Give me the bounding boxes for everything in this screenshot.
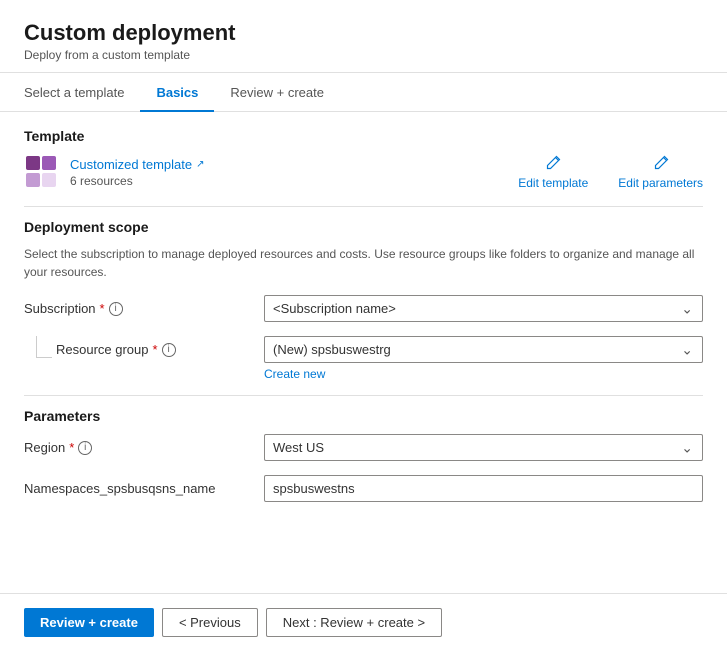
tab-review-create[interactable]: Review + create	[214, 73, 340, 112]
parameters-heading: Parameters	[24, 408, 703, 424]
divider-1	[24, 206, 703, 207]
region-label-text: Region	[24, 440, 65, 455]
resource-group-info-icon[interactable]: i	[162, 343, 176, 357]
subscription-select[interactable]: <Subscription name>	[264, 295, 703, 322]
subscription-control: <Subscription name>	[264, 295, 703, 322]
subscription-select-wrapper: <Subscription name>	[264, 295, 703, 322]
external-link-icon: ↗	[196, 159, 204, 170]
namespace-row: Namespaces_spsbusqsns_name	[24, 475, 703, 502]
region-info-icon[interactable]: i	[78, 441, 92, 455]
parameters-section: Parameters Region * i West US	[24, 408, 703, 502]
subscription-required: *	[100, 301, 105, 316]
divider-2	[24, 395, 703, 396]
region-select[interactable]: West US	[264, 434, 703, 461]
subscription-label-text: Subscription	[24, 301, 96, 316]
template-link[interactable]: Customized template ↗	[70, 157, 205, 172]
region-select-wrapper: West US	[264, 434, 703, 461]
template-actions: Edit template Edit parameters	[518, 154, 703, 190]
tab-select-template[interactable]: Select a template	[24, 73, 140, 112]
create-new-link[interactable]: Create new	[264, 367, 703, 381]
namespace-label: Namespaces_spsbusqsns_name	[24, 475, 264, 496]
indent-line	[36, 336, 52, 358]
page-header: Custom deployment Deploy from a custom t…	[0, 0, 727, 73]
edit-template-icon	[544, 154, 562, 172]
edit-template-button[interactable]: Edit template	[518, 154, 588, 190]
main-content: Template Customized template ↗ 6 resourc…	[0, 112, 727, 593]
region-control: West US	[264, 434, 703, 461]
subscription-info-icon[interactable]: i	[109, 302, 123, 316]
icon-sq1	[26, 156, 40, 170]
resource-group-select[interactable]: (New) spsbuswestrg	[264, 336, 703, 363]
scope-description: Select the subscription to manage deploy…	[24, 245, 703, 281]
tabs-bar: Select a template Basics Review + create	[0, 73, 727, 112]
resource-group-indent: Resource group * i	[24, 336, 264, 358]
resource-group-label: Resource group * i	[56, 336, 176, 357]
resource-group-label-text: Resource group	[56, 342, 149, 357]
icon-sq4	[42, 173, 56, 187]
namespace-label-text: Namespaces_spsbusqsns_name	[24, 481, 216, 496]
template-section-heading: Template	[24, 128, 703, 144]
page-subtitle: Deploy from a custom template	[24, 48, 703, 62]
footer: Review + create < Previous Next : Review…	[0, 593, 727, 651]
icon-sq2	[42, 156, 56, 170]
review-create-button[interactable]: Review + create	[24, 608, 154, 637]
template-row: Customized template ↗ 6 resources Edit t…	[24, 154, 703, 190]
namespace-control	[264, 475, 703, 502]
edit-parameters-label: Edit parameters	[618, 176, 703, 190]
resource-group-select-wrapper: (New) spsbuswestrg	[264, 336, 703, 363]
template-info: Customized template ↗ 6 resources	[24, 154, 205, 190]
tab-basics[interactable]: Basics	[140, 73, 214, 112]
resource-group-row: Resource group * i (New) spsbuswestrg Cr…	[24, 336, 703, 381]
region-row: Region * i West US	[24, 434, 703, 461]
template-link-text: Customized template	[70, 157, 192, 172]
page-title: Custom deployment	[24, 20, 703, 46]
template-text: Customized template ↗ 6 resources	[70, 157, 205, 188]
next-button[interactable]: Next : Review + create >	[266, 608, 442, 637]
template-resources-count: 6 resources	[70, 174, 205, 188]
region-required: *	[69, 440, 74, 455]
previous-button[interactable]: < Previous	[162, 608, 258, 637]
deployment-scope-section: Deployment scope Select the subscription…	[24, 219, 703, 381]
subscription-row: Subscription * i <Subscription name>	[24, 295, 703, 322]
edit-parameters-icon	[652, 154, 670, 172]
region-label: Region * i	[24, 434, 264, 455]
icon-sq3	[26, 173, 40, 187]
deployment-scope-heading: Deployment scope	[24, 219, 703, 235]
page-container: Custom deployment Deploy from a custom t…	[0, 0, 727, 651]
resource-group-required: *	[153, 342, 158, 357]
namespace-input[interactable]	[264, 475, 703, 502]
template-icon	[24, 154, 60, 190]
edit-template-label: Edit template	[518, 176, 588, 190]
subscription-label: Subscription * i	[24, 295, 264, 316]
edit-parameters-button[interactable]: Edit parameters	[618, 154, 703, 190]
resource-group-control: (New) spsbuswestrg Create new	[264, 336, 703, 381]
